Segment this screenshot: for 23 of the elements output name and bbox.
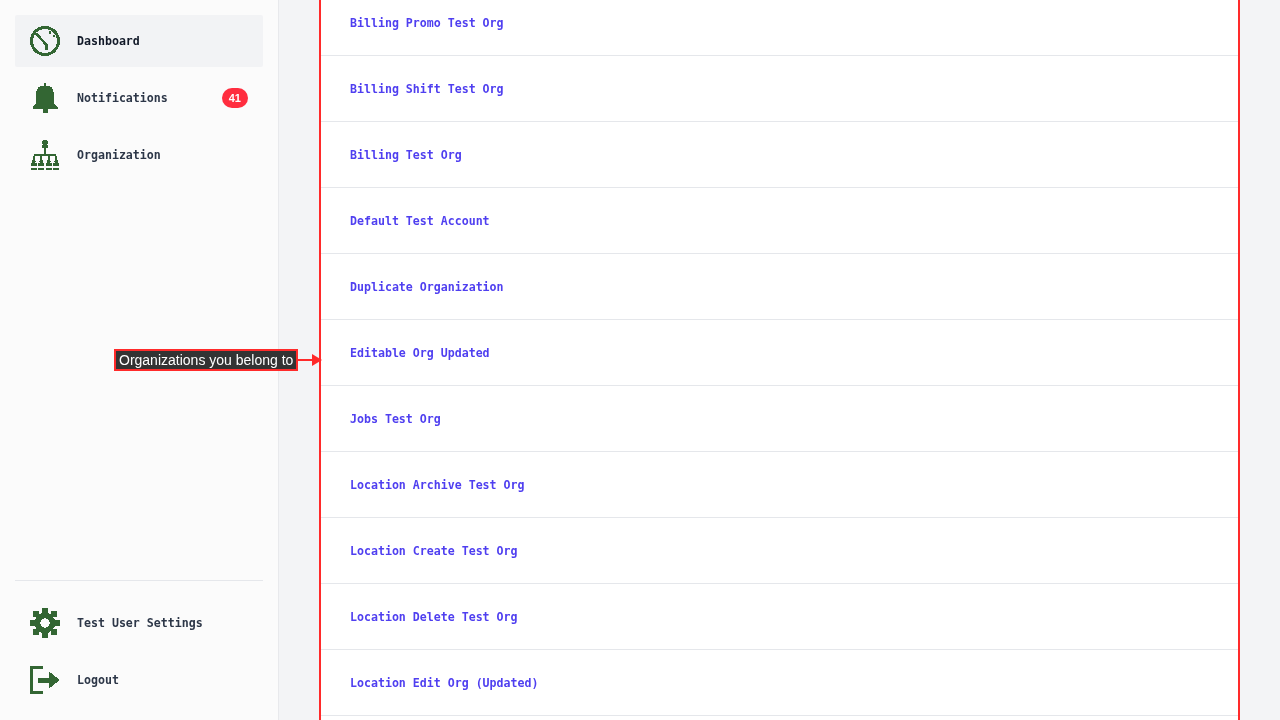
organization-link[interactable]: Duplicate Organization: [350, 279, 504, 294]
settings-icon: [30, 608, 60, 638]
organization-link[interactable]: Location Edit Org (Updated): [350, 675, 539, 690]
sidebar-item[interactable]: Dashboard: [15, 15, 263, 67]
organization-link[interactable]: Location Delete Test Org: [350, 609, 518, 624]
notification-count-badge: 41: [221, 88, 248, 108]
sidebar-item[interactable]: Logout: [15, 654, 263, 706]
logout-icon: [30, 665, 60, 695]
sidebar-item[interactable]: Organization: [15, 129, 263, 181]
annotation-label: Organizations you belong to: [114, 349, 299, 371]
organization-link[interactable]: Default Test Account: [350, 213, 490, 228]
bell-icon: [30, 83, 60, 113]
organization-link[interactable]: Editable Org Updated: [350, 345, 490, 360]
organization-link[interactable]: Jobs Test Org: [350, 411, 441, 426]
organization-link[interactable]: Billing Shift Test Org: [350, 81, 504, 96]
organization-link[interactable]: Location Create Test Org: [350, 543, 518, 558]
sidebar-item[interactable]: Notifications 41: [15, 72, 263, 124]
organization-link[interactable]: Billing Promo Test Org: [350, 15, 504, 30]
sidebar-item[interactable]: Test User Settings: [15, 597, 263, 649]
organization-link[interactable]: Billing Test Org: [350, 147, 462, 162]
gauge-icon: [30, 26, 60, 56]
org-chart-icon: [30, 140, 60, 170]
organization-link[interactable]: Location Archive Test Org: [350, 477, 525, 492]
